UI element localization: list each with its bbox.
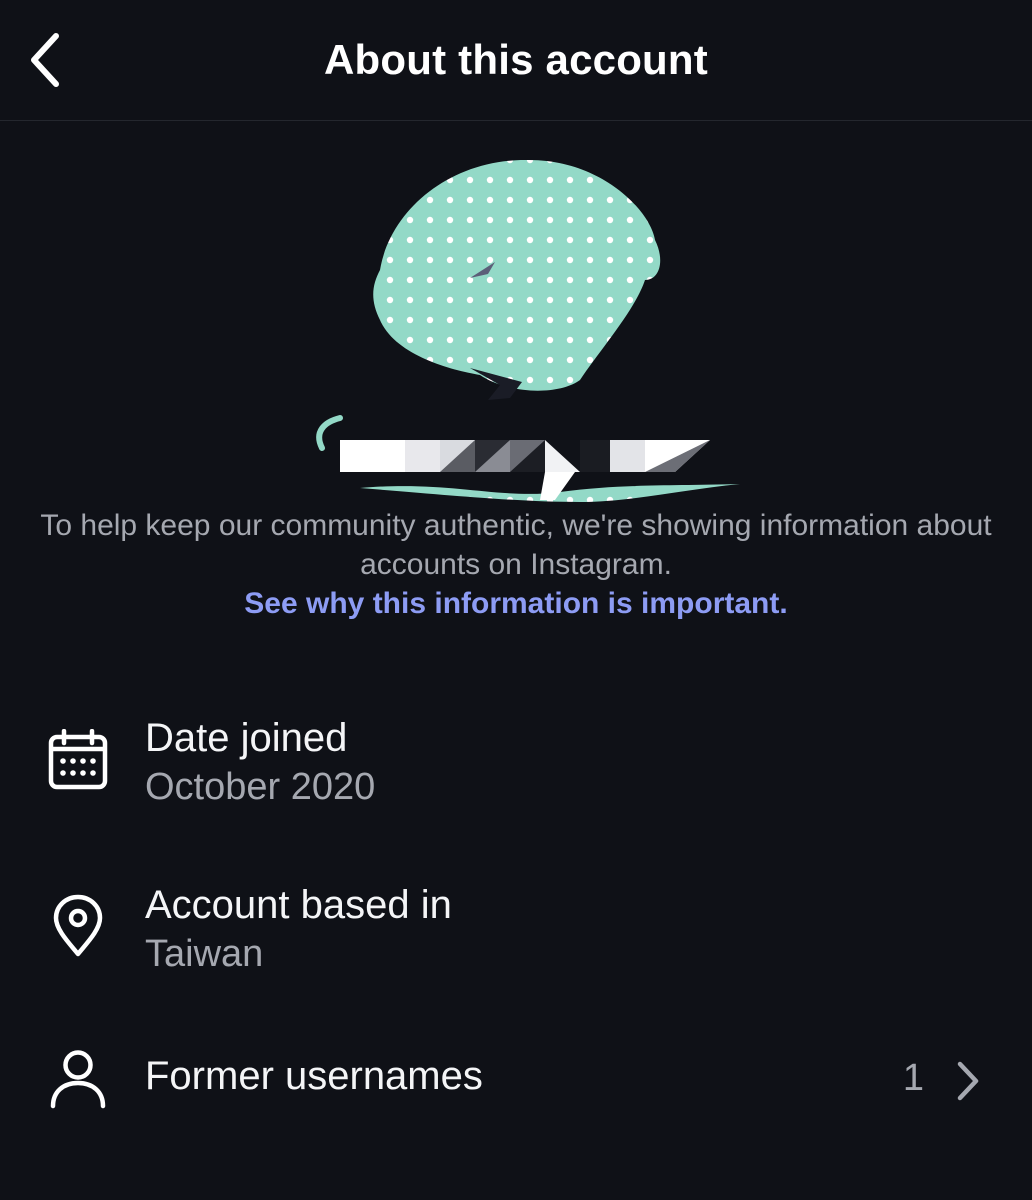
location-pin-icon <box>42 891 114 961</box>
former-usernames-count: 1 <box>902 1057 924 1099</box>
date-joined-label: Date joined <box>145 716 348 760</box>
account-based-in-label: Account based in <box>145 883 452 927</box>
page-title: About this account <box>324 36 708 83</box>
avatar-image <box>316 159 740 502</box>
top-bar: About this account <box>0 0 1032 121</box>
chevron-right-icon <box>954 1060 982 1107</box>
account-based-in-value: Taiwan <box>145 933 264 975</box>
date-joined-row: Date joined October 2020 <box>0 710 1032 810</box>
notice-text: To help keep our community authentic, we… <box>40 509 992 581</box>
date-joined-value: October 2020 <box>145 766 376 808</box>
former-usernames-label: Former usernames <box>145 1054 483 1098</box>
person-icon <box>42 1046 114 1112</box>
authenticity-notice: To help keep our community authentic, we… <box>40 506 992 623</box>
account-based-in-row: Account based in Taiwan <box>0 877 1032 977</box>
profile-avatar <box>300 150 760 510</box>
former-usernames-row[interactable]: Former usernames 1 <box>0 1040 1032 1120</box>
calendar-icon <box>42 728 114 792</box>
info-importance-link[interactable]: See why this information is important. <box>40 584 992 623</box>
